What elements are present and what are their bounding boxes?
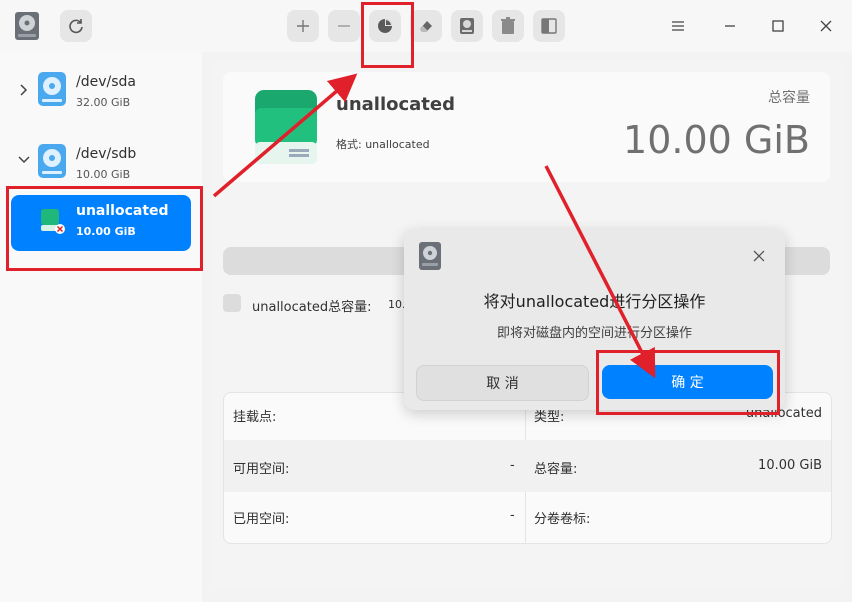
annotation-arrows [212, 73, 656, 379]
arrow-to-toolbar [212, 73, 358, 198]
arrow-to-confirm [544, 165, 656, 379]
